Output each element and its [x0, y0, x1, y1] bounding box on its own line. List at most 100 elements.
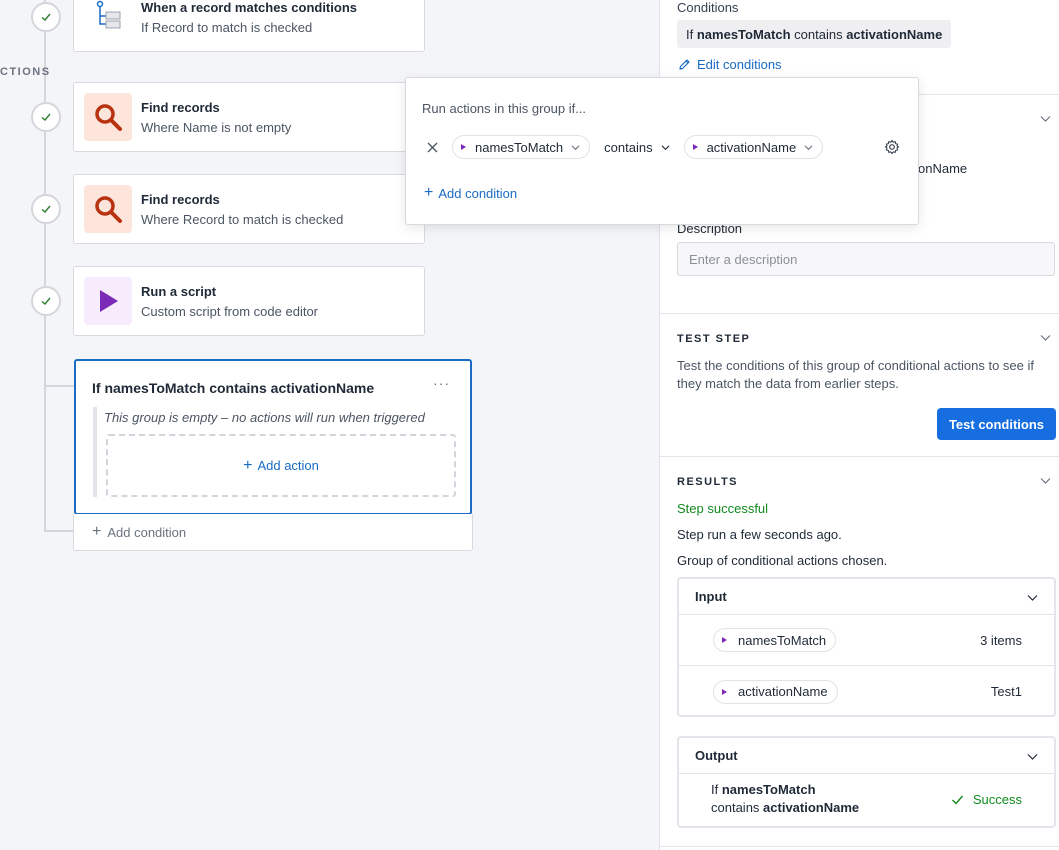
divider [660, 456, 1059, 457]
input-variable-name: activationName [738, 684, 828, 699]
chip-operator: contains [794, 26, 843, 42]
input-heading: Input [695, 589, 727, 604]
condition-operator-select[interactable]: contains [604, 139, 670, 155]
step-complete-check-icon [31, 194, 61, 224]
remove-condition-close-icon[interactable] [420, 135, 444, 159]
condition-row: namesToMatch contains activationName [420, 135, 824, 159]
search-icon [84, 93, 132, 141]
variable-icon [461, 144, 466, 150]
input-variable-value: 3 items [980, 632, 1022, 648]
obscured-field-text: onName [918, 161, 968, 176]
input-section-header[interactable]: Input [679, 579, 1054, 615]
step-title: Find records [141, 99, 220, 115]
popover-add-condition-button[interactable]: + Add condition [424, 184, 517, 202]
output-row: If namesToMatch contains activationName … [679, 774, 1054, 824]
input-variable-pill: activationName [713, 679, 838, 704]
edit-conditions-link[interactable]: Edit conditions [678, 57, 782, 72]
add-condition-button[interactable]: + Add condition [73, 514, 473, 551]
input-variable-name: namesToMatch [738, 632, 827, 648]
step-complete-check-icon [31, 2, 61, 32]
step-complete-check-icon [31, 286, 61, 316]
chevron-down-icon[interactable] [1040, 113, 1051, 124]
output-operator: contains [711, 800, 760, 815]
output-status: Success [951, 792, 1022, 807]
step-subtitle: Where Name is not empty [141, 119, 292, 135]
find-records-step-card[interactable]: Find records Where Name is not empty [73, 82, 425, 152]
results-chosen: Group of conditional actions chosen. [677, 553, 888, 568]
divider [660, 313, 1059, 314]
step-subtitle: Where Record to match is checked [141, 211, 344, 227]
condition-field-select[interactable]: namesToMatch [452, 135, 591, 159]
variable-icon [692, 144, 698, 150]
variable-icon [722, 637, 727, 643]
output-status-label: Success [972, 791, 1022, 807]
description-input[interactable] [677, 242, 1055, 276]
test-step-heading: TEST STEP [677, 333, 751, 345]
chevron-down-icon [1027, 595, 1038, 601]
trigger-conditions-icon [84, 0, 132, 41]
condition-value-select[interactable]: activationName [683, 135, 824, 159]
input-variable-value: Test1 [990, 684, 1022, 699]
output-value: activationName [763, 800, 860, 815]
timeline-branch [44, 530, 74, 532]
timeline-line [44, 0, 46, 532]
chip-field: namesToMatch [696, 26, 791, 42]
section-label: CTIONS [0, 66, 51, 78]
chevron-down-icon [661, 144, 670, 150]
chevron-down-icon [571, 144, 580, 150]
run-script-step-card[interactable]: Run a script Custom script from code edi… [73, 266, 425, 336]
divider [660, 846, 1059, 847]
group-empty-message: This group is empty – no actions will ru… [104, 410, 425, 425]
output-section-header[interactable]: Output [679, 738, 1054, 774]
test-step-description: Test the conditions of this group of con… [677, 358, 1034, 391]
conditional-group-card[interactable]: If namesToMatch contains activationName … [74, 359, 472, 515]
step-subtitle: If Record to match is checked [141, 19, 313, 35]
conditions-popover: Run actions in this group if... namesToM… [405, 77, 919, 225]
results-time: Step run a few seconds ago. [677, 527, 842, 542]
variable-icon [722, 688, 727, 695]
pencil-icon [679, 59, 690, 70]
step-title: Run a script [141, 283, 217, 299]
step-subtitle: Custom script from code editor [141, 303, 319, 319]
add-condition-label: Add condition [107, 524, 187, 540]
chip-value: activationName [846, 26, 943, 42]
output-heading: Output [695, 748, 738, 763]
popover-add-condition-label: Add condition [438, 185, 518, 201]
step-complete-check-icon [31, 102, 61, 132]
edit-conditions-label: Edit conditions [697, 57, 782, 72]
results-input-box: Input namesToMatch 3 items activationNam… [677, 577, 1056, 717]
results-heading: RESULTS [677, 476, 739, 488]
chevron-down-icon[interactable] [1040, 475, 1051, 486]
input-row: namesToMatch 3 items [679, 615, 1054, 666]
group-title: If namesToMatch contains activationName [92, 380, 375, 396]
results-output-box: Output If namesToMatch contains activati… [677, 736, 1056, 828]
results-status: Step successful [677, 501, 769, 516]
step-title: When a record matches conditions [141, 0, 357, 15]
input-row: activationName Test1 [679, 666, 1054, 717]
conditions-label: Conditions [677, 0, 739, 15]
chevron-down-icon [804, 144, 813, 150]
input-variable-pill: namesToMatch [713, 628, 837, 652]
popover-title: Run actions in this group if... [422, 101, 587, 116]
check-icon [951, 795, 963, 805]
condition-summary-chip: If namesToMatch contains activationName [677, 20, 952, 48]
plus-icon: + [424, 184, 434, 201]
chip-if: If [686, 26, 694, 42]
condition-operator-value: contains [604, 139, 653, 155]
add-action-button[interactable]: + Add action [106, 434, 456, 497]
test-conditions-button[interactable]: Test conditions [937, 408, 1056, 440]
step-title: Find records [141, 191, 220, 207]
plus-icon: + [92, 523, 102, 540]
condition-value-value: activationName [706, 139, 797, 155]
output-condition-text: If namesToMatch contains activationName [711, 781, 859, 817]
chevron-down-icon [1027, 754, 1038, 760]
add-action-label: Add action [257, 458, 319, 473]
find-records-step-card[interactable]: Find records Where Record to match is ch… [73, 174, 425, 244]
more-options-icon[interactable]: ··· [433, 375, 450, 391]
trigger-step-card[interactable]: When a record matches conditions If Reco… [73, 0, 425, 52]
output-if: If [711, 782, 719, 797]
gear-icon[interactable] [884, 139, 900, 155]
play-icon [84, 277, 132, 325]
chevron-down-icon[interactable] [1040, 332, 1051, 343]
plus-icon: + [243, 456, 253, 474]
